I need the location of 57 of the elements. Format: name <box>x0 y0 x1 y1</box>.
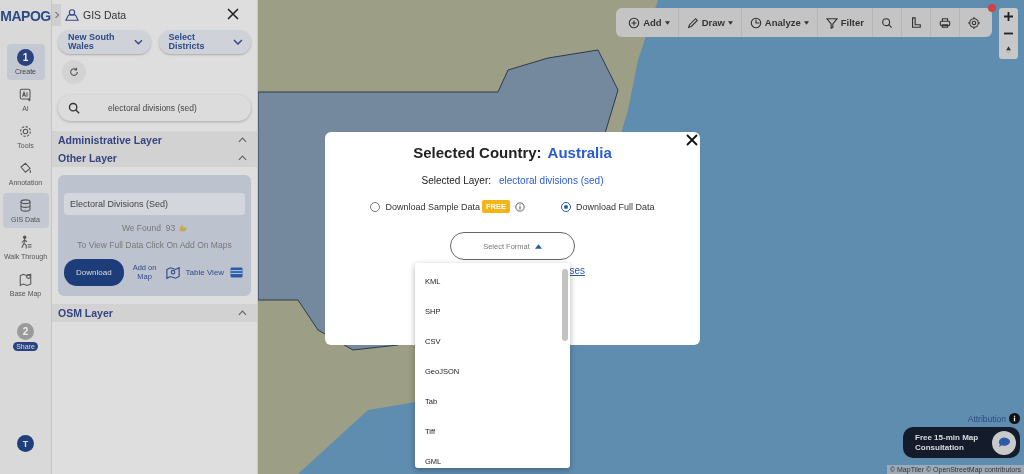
chevron-down-icon <box>233 39 243 45</box>
map-icon[interactable] <box>165 265 180 280</box>
layer-name-field: Electoral Divisions (Sed) <box>64 193 245 215</box>
link[interactable]: ses <box>569 265 585 276</box>
consultation-button[interactable]: Free 15-min Map Consultation <box>903 427 1020 458</box>
gear-icon <box>18 124 33 139</box>
dropdown[interactable]: New South Wales <box>58 30 151 54</box>
logo: MAPOG <box>0 8 51 26</box>
locate-icon <box>968 16 980 29</box>
table-view-link[interactable]: Table View <box>185 268 225 277</box>
refresh-icon <box>69 67 79 77</box>
caret-icon <box>664 20 670 25</box>
search-icon <box>881 16 893 29</box>
ai-icon <box>18 87 33 102</box>
caret-icon <box>727 20 733 25</box>
layer-name: electoral divisions (sed) <box>499 175 604 186</box>
person-icon <box>65 8 79 22</box>
ruler-icon <box>910 16 922 29</box>
hint-text: To View Full Data Click On Add On Maps <box>77 240 232 250</box>
pencil-icon <box>686 16 699 29</box>
toolbar-button[interactable]: Add <box>620 8 679 37</box>
database-icon <box>18 198 33 213</box>
section-header[interactable]: Other Layer <box>52 149 257 167</box>
plus-icon <box>1004 12 1013 21</box>
info-icon[interactable] <box>1009 413 1020 424</box>
print-icon <box>939 16 951 29</box>
user-avatar[interactable]: T <box>17 435 34 452</box>
search-icon <box>68 102 80 114</box>
walking-person-icon <box>18 235 33 250</box>
option-label: Download Full Data <box>576 201 655 212</box>
search-field[interactable]: electoral divisions (sed) <box>88 102 241 114</box>
section-header[interactable]: OSM Layer <box>52 304 257 322</box>
table-icon[interactable] <box>230 267 244 278</box>
option-label: Download Sample Data <box>385 201 480 212</box>
notification-dot <box>988 4 996 12</box>
toolbar-button[interactable]: Filter <box>817 8 873 37</box>
country-name: Australia <box>547 144 612 161</box>
hand-icon <box>178 223 188 233</box>
chevron-down-icon <box>133 39 143 45</box>
plus-circle-icon <box>628 16 641 29</box>
toolbar-button[interactable]: Draw <box>678 8 742 37</box>
chevron-right-icon <box>53 11 60 19</box>
filter-icon <box>825 16 838 29</box>
dropdown[interactable]: Select Districts <box>158 30 251 54</box>
panel-title: GIS Data <box>83 9 127 21</box>
caret-icon <box>803 20 809 25</box>
toolbar-button[interactable]: Analyze <box>741 8 818 37</box>
result-count: We Found 93 <box>121 223 176 233</box>
dialog-title: Selected Country: <box>413 144 542 161</box>
refresh-button[interactable] <box>62 60 86 84</box>
compass-icon <box>1006 46 1011 55</box>
section-header[interactable]: Administrative Layer <box>52 131 257 149</box>
map-icon <box>18 272 33 287</box>
collapse-toggle[interactable] <box>52 4 61 26</box>
download-button[interactable]: Download <box>64 259 124 286</box>
chat-icon <box>992 430 1016 455</box>
layer-label: Selected Layer: <box>421 175 491 186</box>
